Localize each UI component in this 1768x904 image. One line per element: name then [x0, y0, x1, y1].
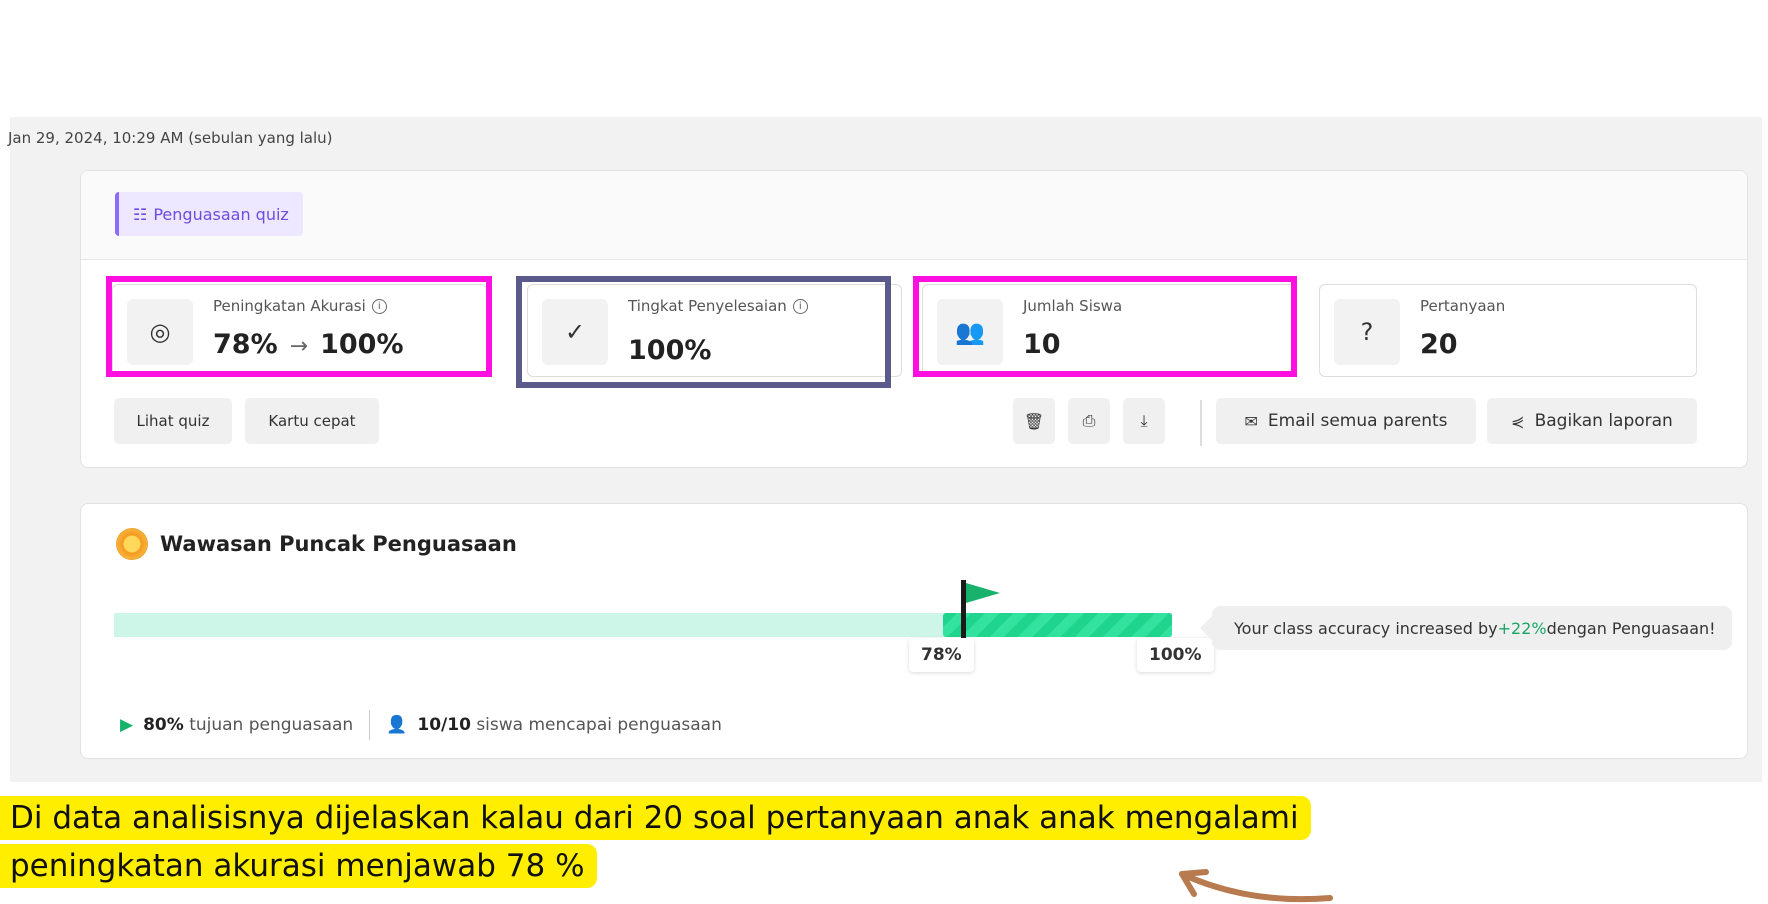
user-check-icon: 👤	[386, 715, 408, 735]
progress-start-label: 78%	[909, 638, 974, 672]
stat-questions-value: 20	[1420, 329, 1458, 360]
download-icon: ⤓	[1140, 411, 1148, 430]
mail-icon: ✉	[1244, 411, 1258, 431]
stat-questions: ? Pertanyaan 20	[1319, 284, 1697, 377]
caption-line-2: peningkatan akurasi menjawab 78 %	[0, 844, 597, 888]
screen: Jan 29, 2024, 10:29 AM (sebulan yang lal…	[0, 0, 1768, 904]
caption-line-1: Di data analisisnya dijelaskan kalau dar…	[0, 796, 1311, 840]
highlight-box-completion	[516, 276, 891, 388]
share-report-label: Bagikan laporan	[1534, 411, 1673, 431]
callout-suffix: dengan Penguasaan!	[1546, 618, 1716, 638]
printer-icon: ⎙	[1082, 411, 1096, 430]
flag-icon: ▶	[120, 715, 134, 735]
insight-header: Wawasan Puncak Penguasaan	[116, 528, 517, 560]
insight-title: Wawasan Puncak Penguasaan	[160, 532, 517, 556]
highlight-box-students	[913, 276, 1297, 377]
question-circle-icon: ?	[1334, 299, 1400, 365]
progress-improvement-fill	[943, 613, 1172, 637]
share-report-button[interactable]: ⋞ Bagikan laporan	[1487, 398, 1697, 444]
mode-badge[interactable]: ☷ Penguasaan quiz	[115, 192, 303, 236]
progress-end-label: 100%	[1137, 638, 1214, 672]
trash-icon: 🗑	[1023, 411, 1045, 431]
goal-text: tujuan penguasaan	[189, 715, 354, 735]
students-value: 10/10	[417, 715, 471, 735]
medal-icon	[116, 528, 148, 560]
flashcards-button[interactable]: Kartu cepat	[245, 398, 379, 444]
email-parents-label: Email semua parents	[1267, 411, 1448, 431]
goal-flag-icon	[966, 583, 1000, 603]
checklist-icon: ☷	[133, 204, 148, 224]
email-parents-button[interactable]: ✉ Email semua parents	[1216, 398, 1476, 444]
callout-percentage: +22%	[1497, 618, 1547, 638]
report-timestamp: Jan 29, 2024, 10:29 AM (sebulan yang lal…	[8, 129, 333, 147]
summary-card-header: ☷ Penguasaan quiz	[81, 171, 1747, 260]
mode-badge-label: Penguasaan quiz	[153, 204, 289, 224]
view-quiz-button[interactable]: Lihat quiz	[114, 398, 232, 444]
stat-questions-label: Pertanyaan	[1420, 297, 1506, 315]
highlight-box-accuracy	[106, 276, 492, 377]
callout-prefix: Your class accuracy increased by	[1234, 618, 1498, 638]
students-text: siswa mencapai penguasaan	[476, 715, 722, 735]
delete-button[interactable]: 🗑	[1013, 398, 1055, 444]
print-button[interactable]: ⎙	[1068, 398, 1110, 444]
download-button[interactable]: ⤓	[1123, 398, 1165, 444]
toolbar-divider	[1200, 400, 1202, 446]
insight-footer: ▶ 80% tujuan penguasaan 👤 10/10 siswa me…	[120, 710, 722, 740]
accuracy-callout: Your class accuracy increased by +22% de…	[1200, 606, 1732, 650]
share-icon: ⋞	[1511, 411, 1525, 431]
goal-value: 80%	[143, 715, 184, 735]
annotation-arrow-icon	[1179, 869, 1333, 903]
footer-divider	[369, 710, 371, 740]
